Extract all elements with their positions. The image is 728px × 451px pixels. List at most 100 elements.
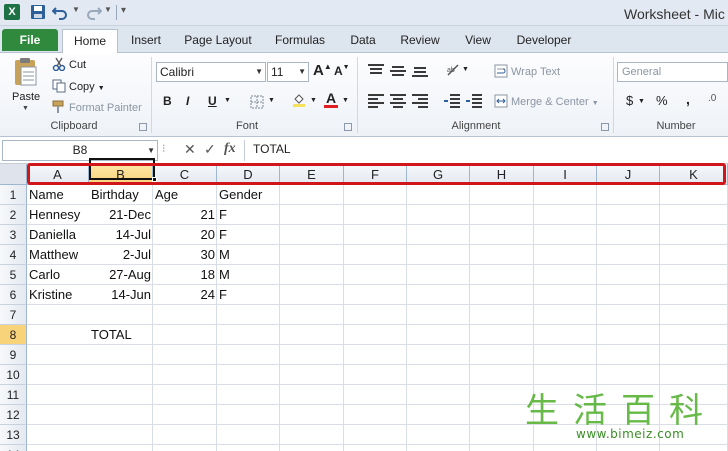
cell-b8[interactable]: TOTAL	[89, 325, 153, 345]
row-header-4[interactable]: 4	[0, 245, 27, 265]
copy-button[interactable]: Copy ▼	[52, 79, 105, 93]
number-format-select[interactable]: General	[617, 62, 728, 82]
tab-insert[interactable]: Insert	[124, 31, 168, 53]
bottom-align-icon[interactable]	[412, 63, 428, 77]
cell-c4[interactable]: 30	[153, 245, 217, 265]
paste-dropdown-icon[interactable]: ▼	[22, 105, 29, 112]
currency-button[interactable]: $	[626, 93, 633, 108]
cancel-icon[interactable]: ✕	[184, 141, 196, 158]
align-left-icon[interactable]	[368, 93, 384, 108]
row-header-2[interactable]: 2	[0, 205, 27, 225]
cell-b4[interactable]: 2-Jul	[89, 245, 153, 265]
tab-home[interactable]: Home	[62, 29, 118, 54]
wrap-text-button[interactable]: Wrap Text	[494, 64, 560, 78]
row-header-6[interactable]: 6	[0, 285, 27, 305]
currency-dropdown-icon[interactable]: ▼	[638, 98, 645, 105]
cell-a1[interactable]: Name	[27, 185, 89, 205]
tab-developer[interactable]: Developer	[510, 31, 578, 53]
underline-dropdown-icon[interactable]: ▼	[224, 97, 231, 104]
cell-c3[interactable]: 20	[153, 225, 217, 245]
increase-indent-icon[interactable]	[466, 93, 482, 108]
cell-a3[interactable]: Daniella	[27, 225, 89, 245]
cell-d1[interactable]: Gender	[217, 185, 280, 205]
redo-icon[interactable]	[86, 4, 102, 20]
font-name-select[interactable]: Calibri ▼	[156, 62, 266, 82]
tab-view[interactable]: View	[458, 31, 498, 53]
row-header-14[interactable]: 14	[0, 445, 27, 451]
insert-function-icon[interactable]: fx	[224, 141, 236, 157]
align-center-icon[interactable]	[390, 93, 406, 108]
increase-decimal-icon[interactable]: .0	[708, 93, 716, 104]
italic-button[interactable]: I	[186, 94, 189, 108]
cell-c2[interactable]: 21	[153, 205, 217, 225]
cell-a4[interactable]: Matthew	[27, 245, 89, 265]
cell-a5[interactable]: Carlo	[27, 265, 89, 285]
cell-b2[interactable]: 21-Dec	[89, 205, 153, 225]
alignment-launcher-icon[interactable]	[601, 123, 609, 131]
cell-a6[interactable]: Kristine	[27, 285, 89, 305]
cell-d3[interactable]: F	[217, 225, 280, 245]
select-all-corner[interactable]	[0, 164, 27, 185]
tab-data[interactable]: Data	[344, 31, 382, 53]
orientation-dropdown-icon[interactable]: ▼	[462, 66, 469, 73]
cell-d4[interactable]: M	[217, 245, 280, 265]
copy-dropdown-icon[interactable]: ▼	[98, 85, 105, 92]
cell-b5[interactable]: 27-Aug	[89, 265, 153, 285]
merge-center-button[interactable]: Merge & Center ▼	[494, 94, 599, 108]
cell-d6[interactable]: F	[217, 285, 280, 305]
cell-a2[interactable]: Hennesy	[27, 205, 89, 225]
percent-button[interactable]: %	[656, 93, 668, 108]
tab-review[interactable]: Review	[396, 31, 444, 53]
paste-button[interactable]: Paste	[12, 91, 40, 103]
cell-d5[interactable]: M	[217, 265, 280, 285]
redo-dropdown-icon[interactable]: ▼	[104, 5, 112, 14]
cell-c1[interactable]: Age	[153, 185, 217, 205]
clipboard-launcher-icon[interactable]	[139, 123, 147, 131]
cell-d2[interactable]: F	[217, 205, 280, 225]
undo-dropdown-icon[interactable]: ▼	[72, 5, 80, 14]
font-color-button[interactable]: A	[324, 91, 338, 108]
orientation-icon[interactable]: ab	[446, 63, 460, 77]
row-header-13[interactable]: 13	[0, 425, 27, 445]
enter-icon[interactable]: ✓	[204, 141, 216, 158]
excel-logo-icon[interactable]: X	[4, 4, 20, 20]
comma-button[interactable]: ,	[686, 91, 690, 107]
top-align-icon[interactable]	[368, 63, 384, 77]
bold-button[interactable]: B	[163, 94, 172, 108]
font-color-dropdown-icon[interactable]: ▼	[342, 97, 349, 104]
customize-qat-icon[interactable]: ▾	[121, 5, 126, 16]
cell-c6[interactable]: 24	[153, 285, 217, 305]
font-size-dropdown-icon[interactable]: ▼	[298, 63, 306, 81]
grow-font-button[interactable]: A▲	[313, 62, 332, 79]
cut-button[interactable]: Cut	[52, 57, 86, 71]
cell-b1[interactable]: Birthday	[89, 185, 153, 205]
decrease-indent-icon[interactable]	[444, 93, 460, 108]
row-header-11[interactable]: 11	[0, 385, 27, 405]
row-header-12[interactable]: 12	[0, 405, 27, 425]
cell-b3[interactable]: 14-Jul	[89, 225, 153, 245]
font-launcher-icon[interactable]	[344, 123, 352, 131]
borders-icon[interactable]	[250, 95, 264, 109]
font-name-dropdown-icon[interactable]: ▼	[255, 63, 263, 81]
cell-c5[interactable]: 18	[153, 265, 217, 285]
format-painter-button[interactable]: Format Painter	[52, 100, 142, 114]
row-header-5[interactable]: 5	[0, 265, 27, 285]
row-header-9[interactable]: 9	[0, 345, 27, 365]
merge-dropdown-icon[interactable]: ▼	[592, 100, 599, 107]
row-header-8[interactable]: 8	[0, 325, 27, 345]
tab-file[interactable]: File	[2, 29, 58, 51]
formula-input[interactable]: TOTAL	[244, 140, 728, 161]
tab-page-layout[interactable]: Page Layout	[180, 31, 256, 53]
underline-button[interactable]: U	[208, 94, 217, 108]
fill-color-dropdown-icon[interactable]: ▼	[310, 97, 317, 104]
fill-color-icon[interactable]	[292, 93, 306, 107]
row-header-1[interactable]: 1	[0, 185, 27, 205]
align-right-icon[interactable]	[412, 93, 428, 108]
paste-icon[interactable]	[12, 57, 38, 87]
row-header-10[interactable]: 10	[0, 365, 27, 385]
undo-icon[interactable]	[52, 4, 68, 20]
row-header-3[interactable]: 3	[0, 225, 27, 245]
borders-dropdown-icon[interactable]: ▼	[268, 97, 275, 104]
row-header-7[interactable]: 7	[0, 305, 27, 325]
font-size-select[interactable]: 11 ▼	[267, 62, 309, 82]
